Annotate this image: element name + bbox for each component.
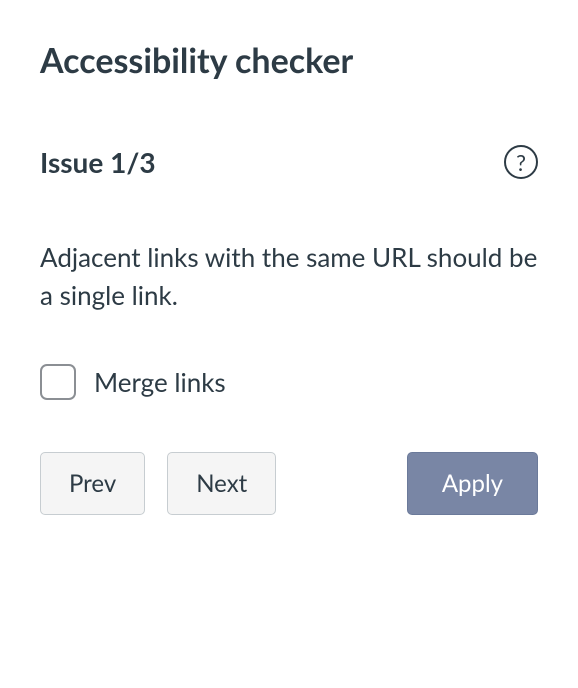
issue-count: Issue 1/3 bbox=[40, 145, 156, 179]
apply-button[interactable]: Apply bbox=[407, 452, 538, 515]
issue-description: Adjacent links with the same URL should … bbox=[40, 239, 538, 314]
next-button[interactable]: Next bbox=[167, 452, 276, 515]
merge-links-label[interactable]: Merge links bbox=[94, 366, 226, 398]
merge-links-row: Merge links bbox=[40, 364, 538, 400]
merge-links-checkbox[interactable] bbox=[40, 364, 76, 400]
button-row: Prev Next Apply bbox=[40, 452, 538, 515]
help-icon-symbol: ? bbox=[516, 149, 526, 176]
issue-header: Issue 1/3 ? bbox=[40, 145, 538, 179]
help-icon[interactable]: ? bbox=[504, 145, 538, 179]
prev-button[interactable]: Prev bbox=[40, 452, 145, 515]
page-title: Accessibility checker bbox=[40, 40, 538, 81]
